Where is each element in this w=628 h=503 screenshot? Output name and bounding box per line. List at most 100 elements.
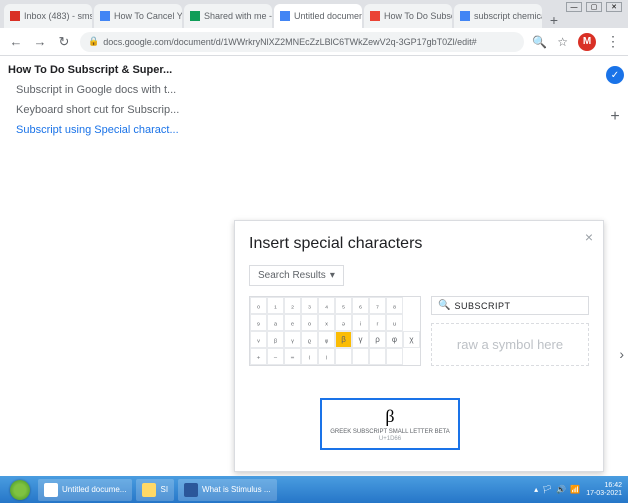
tab-label: How To Cancel Your bbox=[114, 11, 182, 21]
browser-tab[interactable]: How To Do Subscrip× bbox=[364, 4, 452, 28]
add-on-button[interactable]: + bbox=[610, 108, 619, 126]
dialog-close-button[interactable]: × bbox=[585, 229, 593, 245]
character-cell[interactable]: ₇ bbox=[369, 297, 386, 314]
tab-favicon bbox=[10, 11, 20, 21]
reload-button[interactable]: ↻ bbox=[56, 34, 72, 50]
start-button[interactable] bbox=[6, 479, 34, 501]
tab-favicon bbox=[370, 11, 380, 21]
character-cell[interactable]: ρ bbox=[369, 331, 386, 348]
search-input[interactable]: 🔍 SUBSCRIPT bbox=[431, 296, 589, 315]
taskbar-item[interactable]: SI bbox=[136, 479, 174, 501]
new-tab-button[interactable]: + bbox=[544, 12, 564, 28]
character-cell[interactable]: ᵦ bbox=[267, 331, 284, 348]
character-cell[interactable]: φ bbox=[386, 331, 403, 348]
browser-tab[interactable]: How To Cancel Your× bbox=[94, 4, 182, 28]
browser-tab[interactable]: Shared with me - Go× bbox=[184, 4, 272, 28]
expand-panel-chevron-icon[interactable]: › bbox=[619, 346, 624, 362]
character-cell[interactable]: ₒ bbox=[301, 314, 318, 331]
category-dropdown[interactable]: Search Results ▾ bbox=[249, 265, 344, 286]
tray-icon[interactable]: 📶 bbox=[570, 485, 580, 494]
character-cell[interactable] bbox=[386, 348, 403, 365]
browser-tab[interactable]: Untitled document -× bbox=[274, 4, 362, 28]
character-cell[interactable]: ᵨ bbox=[301, 331, 318, 348]
character-cell[interactable]: ᵢ bbox=[352, 314, 369, 331]
character-cell[interactable]: ₄ bbox=[318, 297, 335, 314]
spellcheck-icon[interactable]: ✓ bbox=[606, 66, 624, 84]
window-close[interactable]: ✕ bbox=[606, 2, 622, 12]
dialog-title: Insert special characters bbox=[249, 235, 589, 253]
back-button[interactable]: ← bbox=[8, 34, 24, 50]
lock-icon: 🔒 bbox=[88, 36, 99, 47]
taskbar-clock[interactable]: 16:42 17-03-2021 bbox=[586, 482, 622, 497]
character-cell[interactable]: ₁ bbox=[267, 297, 284, 314]
window-minimize[interactable]: — bbox=[566, 2, 582, 12]
character-cell[interactable]: ₌ bbox=[284, 348, 301, 365]
tray-icon[interactable]: 🔊 bbox=[556, 485, 566, 494]
tab-label: How To Do Subscrip bbox=[384, 11, 452, 21]
windows-taskbar: Untitled docume...SIWhat is Stimulus ...… bbox=[0, 476, 628, 503]
character-cell[interactable] bbox=[335, 348, 352, 365]
draw-symbol-area[interactable]: raw a symbol here bbox=[431, 323, 589, 366]
tab-favicon bbox=[190, 11, 200, 21]
window-maximize[interactable]: ▢ bbox=[586, 2, 602, 12]
taskbar-item[interactable]: What is Stimulus ... bbox=[178, 479, 276, 501]
tab-favicon bbox=[100, 11, 110, 21]
character-cell[interactable]: ᵩ bbox=[318, 331, 335, 348]
outline-item[interactable]: Subscript in Google docs with t... bbox=[0, 80, 200, 100]
outline-item[interactable]: Keyboard short cut for Subscrip... bbox=[0, 100, 200, 120]
character-cell[interactable]: ₋ bbox=[267, 348, 284, 365]
character-cell[interactable] bbox=[352, 348, 369, 365]
url-input[interactable]: 🔒 docs.google.com/document/d/1WWrkryNlXZ… bbox=[80, 32, 524, 52]
tray-icon[interactable]: 🏳 bbox=[542, 485, 552, 494]
character-cell[interactable]: ₂ bbox=[284, 297, 301, 314]
zoom-button[interactable]: 🔍 bbox=[532, 35, 547, 49]
browser-tab[interactable]: subscript chemical e× bbox=[454, 4, 542, 28]
url-text: docs.google.com/document/d/1WWrkryNlXZ2M… bbox=[103, 37, 476, 47]
character-cell[interactable]: ₀ bbox=[250, 297, 267, 314]
character-cell[interactable]: β bbox=[335, 331, 352, 348]
tab-label: subscript chemical e bbox=[474, 11, 542, 21]
character-cell[interactable]: ₐ bbox=[267, 314, 284, 331]
character-cell[interactable]: ₃ bbox=[301, 297, 318, 314]
character-cell[interactable]: ₎ bbox=[318, 348, 335, 365]
character-cell[interactable]: γ bbox=[352, 331, 369, 348]
document-outline: How To Do Subscript & Super... Subscript… bbox=[0, 60, 200, 140]
character-cell[interactable]: ₅ bbox=[335, 297, 352, 314]
tray-icon[interactable]: ▴ bbox=[534, 485, 538, 494]
address-bar-row: ← → ↻ 🔒 docs.google.com/document/d/1WWrk… bbox=[0, 28, 628, 56]
character-cell[interactable]: ₓ bbox=[318, 314, 335, 331]
document-area: How To Do Subscript & Super... Subscript… bbox=[0, 56, 628, 476]
forward-button[interactable]: → bbox=[32, 34, 48, 50]
outline-header[interactable]: How To Do Subscript & Super... bbox=[0, 60, 200, 80]
character-cell[interactable]: ₉ bbox=[250, 314, 267, 331]
search-value: SUBSCRIPT bbox=[454, 301, 510, 311]
tray-icons[interactable]: ▴ 🏳 🔊 📶 bbox=[534, 485, 580, 494]
outline-item[interactable]: Subscript using Special charact... bbox=[0, 120, 200, 140]
character-cell[interactable]: ₈ bbox=[386, 297, 403, 314]
tab-favicon bbox=[460, 11, 470, 21]
character-cell[interactable]: ᵣ bbox=[369, 314, 386, 331]
tooltip-name: GREEK SUBSCRIPT SMALL LETTER BETA bbox=[328, 429, 452, 436]
profile-avatar[interactable]: M bbox=[578, 33, 596, 51]
window-controls: — ▢ ✕ bbox=[566, 2, 622, 12]
browser-tab[interactable]: Inbox (483) - smsale× bbox=[4, 4, 92, 28]
character-cell[interactable] bbox=[369, 348, 386, 365]
character-cell[interactable]: ᵥ bbox=[250, 331, 267, 348]
character-cell[interactable]: ₆ bbox=[352, 297, 369, 314]
character-cell[interactable]: ₊ bbox=[250, 348, 267, 365]
tab-label: Inbox (483) - smsale bbox=[24, 11, 92, 21]
character-cell[interactable]: χ bbox=[403, 331, 420, 348]
clock-date: 17-03-2021 bbox=[586, 490, 622, 498]
character-cell[interactable]: ₔ bbox=[335, 314, 352, 331]
bookmark-star-icon[interactable]: ☆ bbox=[557, 35, 568, 49]
character-cell[interactable]: ᵤ bbox=[386, 314, 403, 331]
start-orb-icon bbox=[10, 480, 30, 500]
tab-label: Untitled document - bbox=[294, 11, 362, 21]
chrome-menu-button[interactable]: ⋮ bbox=[606, 33, 620, 50]
character-cell[interactable]: ₑ bbox=[284, 314, 301, 331]
tab-label: Shared with me - Go bbox=[204, 11, 272, 21]
character-cell[interactable]: ₍ bbox=[301, 348, 318, 365]
taskbar-item[interactable]: Untitled docume... bbox=[38, 479, 132, 501]
tab-favicon bbox=[280, 11, 290, 21]
character-cell[interactable]: ᵧ bbox=[284, 331, 301, 348]
